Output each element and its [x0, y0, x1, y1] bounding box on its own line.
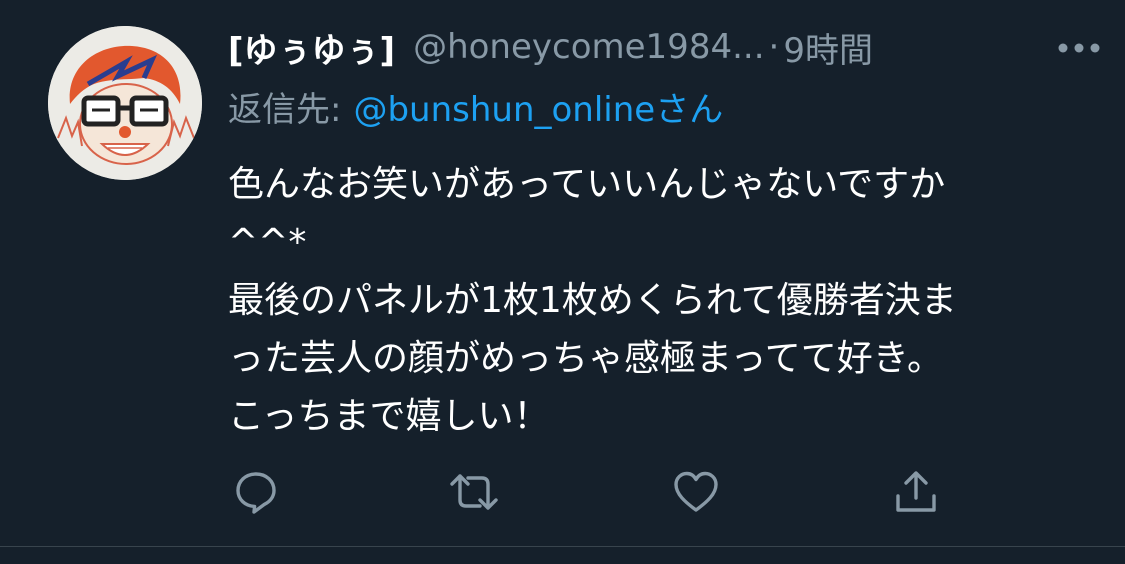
tweet-text-line: った芸人の顔がめっちゃ感極まってて好き。 — [228, 338, 943, 379]
reply-prefix: 返信先: — [228, 89, 342, 130]
separator-dot: · — [768, 27, 780, 67]
tweet-text-line: 最後のパネルが1枚1枚めくられて優勝者決ま — [228, 280, 957, 321]
display-name[interactable]: [ゆぅゆぅ] — [228, 23, 395, 72]
tweet-text: 色んなお笑いがあっていいんじゃないですか ^^* 最後のパネルが1枚1枚めくられ… — [228, 156, 1088, 446]
tweet-text-line: 色んなお笑いがあっていいんじゃないですか — [228, 164, 946, 205]
reply-bubble-icon — [236, 472, 276, 514]
share-upload-icon — [896, 471, 936, 512]
avatar[interactable] — [48, 26, 202, 180]
more-dots-icon[interactable] — [1050, 30, 1108, 66]
like-button[interactable] — [668, 464, 724, 520]
tweet-divider — [0, 546, 1125, 547]
tweet-header: [ゆぅゆぅ] @honeycome1984... · 9時間 — [228, 22, 1108, 72]
tweet-actions — [228, 464, 948, 520]
timestamp[interactable]: 9時間 — [783, 23, 873, 72]
user-handle[interactable]: @honeycome1984... — [413, 27, 764, 67]
tweet-card[interactable]: [ゆぅゆぅ] @honeycome1984... · 9時間 返信先: @bun… — [0, 0, 1125, 546]
reply-context: 返信先: @bunshun_onlineさん — [228, 80, 723, 132]
share-button[interactable] — [888, 464, 944, 520]
heart-icon — [674, 471, 718, 512]
reply-button[interactable] — [228, 464, 284, 520]
retweet-button[interactable] — [446, 464, 502, 520]
avatar-illustration — [48, 26, 202, 180]
reply-target-link[interactable]: @bunshun_onlineさん — [353, 82, 723, 131]
tweet-text-line: ^^* — [228, 222, 307, 263]
retweet-icon — [450, 474, 498, 510]
tweet-text-line: こっちまで嬉しい！ — [228, 396, 550, 437]
